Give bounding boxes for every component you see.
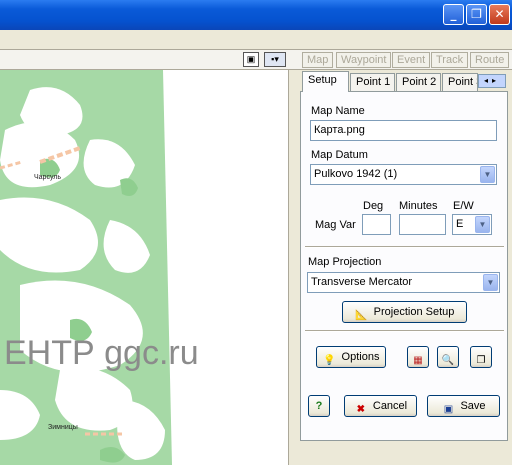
toolbar: ▣ ▪▾ Map Waypoint Event Track Route — [0, 50, 512, 70]
calendar-icon: ▦ — [413, 355, 423, 366]
save-dropdown-icon[interactable]: ▪▾ — [264, 52, 286, 67]
tab-point-2[interactable]: Point 2 — [396, 73, 441, 91]
save-button[interactable]: ▣ Save — [427, 395, 500, 417]
restore-icon[interactable]: ❐ — [466, 4, 487, 25]
deg-input[interactable] — [362, 214, 391, 235]
mag-var-label: Mag Var — [315, 219, 356, 231]
watermark: ЕНТР ggc.ru — [4, 334, 199, 372]
chevron-down-icon[interactable]: ▼ — [483, 274, 498, 291]
map-datum-label: Map Datum — [311, 149, 368, 161]
floppy-disk-icon: ▣ — [443, 404, 454, 415]
zoom-button[interactable]: 🔍 — [437, 346, 459, 368]
tab-scroll-arrows-icon[interactable]: ◂▸ — [478, 74, 506, 88]
map-calendar-button[interactable]: ▦ — [407, 346, 429, 368]
title-bar: _ ❐ ✕ — [0, 0, 512, 30]
cancel-button[interactable]: ✖ Cancel — [344, 395, 417, 417]
projection-setup-label: Projection Setup — [373, 306, 455, 318]
setup-panel: Setup Point 1 Point 2 Point 3 ◂▸ Map Nam… — [298, 70, 512, 465]
map-image — [0, 70, 172, 465]
divider — [305, 246, 504, 248]
tab-setup[interactable]: Setup — [302, 71, 349, 92]
close-icon[interactable]: ✕ — [489, 4, 510, 25]
nav-tab-map: Map — [302, 52, 334, 68]
chevron-down-icon[interactable]: ▼ — [480, 166, 495, 183]
map-name-input[interactable]: Карта.png — [310, 120, 497, 141]
magnifier-icon: 🔍 — [441, 355, 455, 366]
image-icon[interactable]: ▣ — [243, 52, 259, 67]
map-datum-select[interactable]: Pulkovo 1942 (1) ▼ — [310, 164, 497, 185]
map-view[interactable]: Чарсуль Зимницы ЕНТР ggc.ru — [0, 70, 288, 465]
cancel-label: Cancel — [372, 400, 408, 412]
map-label-place2: Зимницы — [48, 424, 78, 431]
minutes-input[interactable] — [399, 214, 446, 235]
nav-tab-track: Track — [431, 52, 469, 68]
ew-value: E — [456, 218, 464, 230]
lightbulb-icon: 💡 — [323, 355, 336, 366]
map-datum-value: Pulkovo 1942 (1) — [314, 168, 398, 180]
map-projection-label: Map Projection — [308, 256, 382, 268]
minutes-label: Minutes — [399, 200, 438, 212]
deg-label: Deg — [363, 200, 384, 212]
windows-icon: ❐ — [476, 355, 486, 366]
tab-point-3[interactable]: Point 3 — [442, 73, 478, 91]
map-label-place1: Чарсуль — [34, 174, 62, 181]
nav-tab-event: Event — [392, 52, 431, 68]
x-icon: ✖ — [356, 404, 366, 415]
tab-point-1[interactable]: Point 1 — [350, 73, 395, 91]
nav-tab-waypoint: Waypoint — [336, 52, 392, 68]
projection-setup-button[interactable]: 📐 Projection Setup — [342, 301, 467, 323]
options-button[interactable]: 💡 Options — [316, 346, 386, 368]
options-label: Options — [341, 351, 380, 363]
save-label: Save — [460, 400, 486, 412]
setup-tab-page: Map Name Карта.png Map Datum Pulkovo 194… — [300, 91, 508, 441]
help-button[interactable]: ? — [308, 395, 330, 417]
ew-label: E/W — [453, 200, 474, 212]
map-projection-value: Transverse Mercator — [311, 276, 413, 288]
windows-button[interactable]: ❐ — [470, 346, 492, 368]
chevron-down-icon[interactable]: ▼ — [475, 216, 490, 233]
nav-tab-route: Route — [470, 52, 510, 68]
drafting-tool-icon: 📐 — [355, 310, 368, 321]
divider — [305, 330, 504, 332]
menu-bar — [0, 30, 512, 50]
map-projection-select[interactable]: Transverse Mercator ▼ — [307, 272, 500, 293]
map-name-label: Map Name — [311, 105, 365, 117]
minimize-icon[interactable]: _ — [443, 4, 464, 25]
splitter[interactable] — [288, 70, 298, 465]
ew-select[interactable]: E ▼ — [452, 214, 492, 235]
